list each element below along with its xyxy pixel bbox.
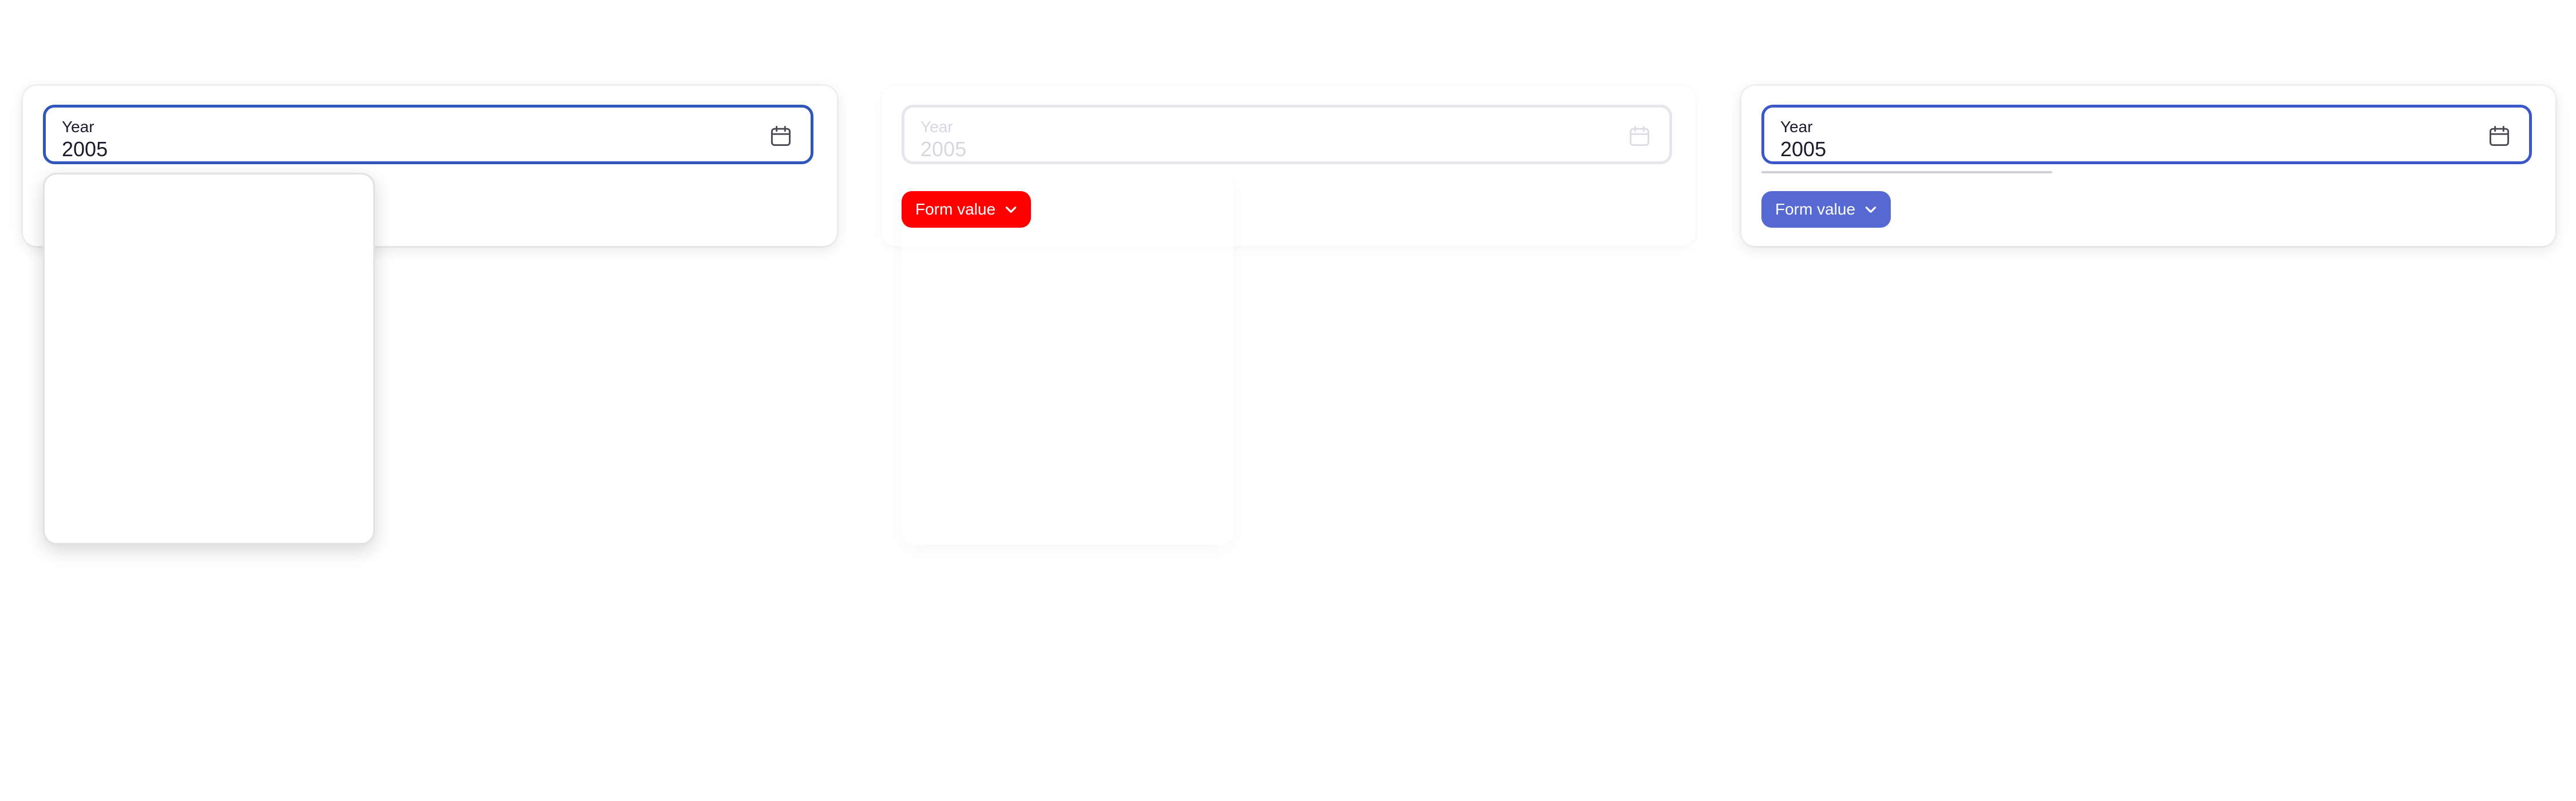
year-field-value: 2005 [920,137,967,161]
calendar-icon[interactable] [2487,124,2512,149]
year-picker-popup-2 [902,173,1234,545]
calendar-icon[interactable] [768,124,793,149]
year-date-field-1[interactable]: Year 2005 [43,105,813,164]
field-divider [1761,171,2052,173]
year-field-label: Year [920,118,953,136]
year-field-value: 2005 [62,137,108,161]
year-date-field-2: Year 2005 [902,105,1672,164]
year-picker-popup-1[interactable] [43,173,375,545]
form-value-label: Form value [915,200,996,218]
year-date-field-3[interactable]: Year 2005 [1761,105,2532,164]
form-value-button-blue[interactable]: Form value [1761,191,1891,228]
form-value-button-red[interactable]: Form value [902,191,1032,228]
chevron-down-icon [1865,207,1876,213]
year-field-value: 2005 [1780,137,1827,161]
year-field-label: Year [1780,118,1813,136]
form-value-label: Form value [1775,200,1856,218]
calendar-icon [1629,126,1650,146]
year-field-label: Year [62,118,94,136]
stage: Year 2005 Year 2005 Form value Year 2005 [0,0,2576,801]
chevron-down-icon [1005,207,1017,213]
